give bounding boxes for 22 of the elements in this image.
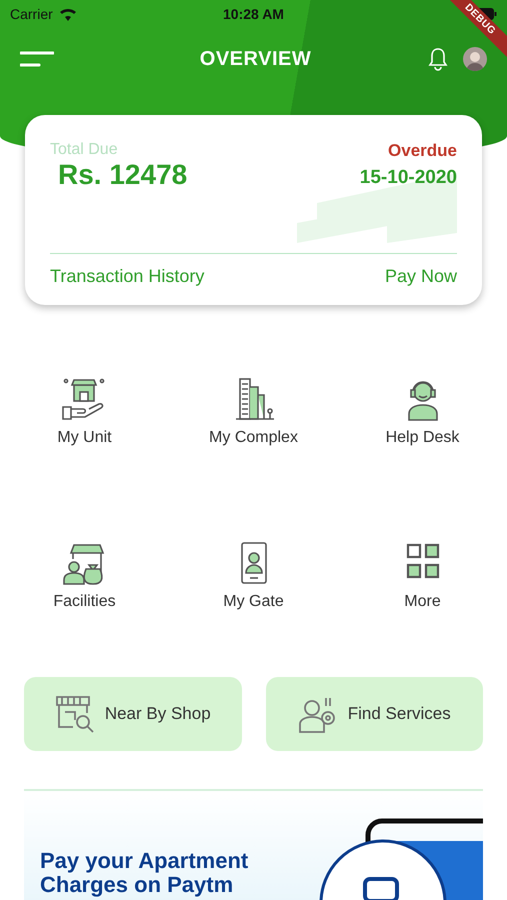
page-title: OVERVIEW <box>198 48 312 70</box>
menu-button[interactable] <box>20 49 54 69</box>
quick-action-button[interactable]: Find Services <box>266 677 483 751</box>
promo-headline: Pay your Apartment Charges on Paytm <box>40 849 250 897</box>
clock-time: 10:28 AM <box>222 6 285 22</box>
notification-bell-button[interactable] <box>427 47 449 71</box>
menu-tile[interactable]: My Gate <box>223 541 284 611</box>
overdue-status: Overdue <box>388 141 457 161</box>
profile-avatar-button[interactable] <box>463 47 487 71</box>
menu-tile[interactable]: My Unit <box>57 377 112 447</box>
menu-tile[interactable]: Facilities <box>53 541 116 611</box>
promo-banner[interactable]: Pay your Apartment Charges on Paytm <box>24 789 483 900</box>
shop-search-icon <box>54 694 95 734</box>
due-amount: Rs. 12478 <box>58 159 188 191</box>
menu-tile[interactable]: Help Desk <box>386 377 460 447</box>
menu-tile[interactable]: More <box>398 541 446 611</box>
wifi-icon <box>58 7 77 21</box>
due-date: 15-10-2020 <box>360 167 457 190</box>
quick-action-button[interactable]: Near By Shop <box>24 677 242 751</box>
menu-tile[interactable]: My Complex <box>209 377 298 447</box>
total-due-label: Total Due <box>50 141 118 160</box>
carrier-name: Carrier <box>10 6 53 22</box>
